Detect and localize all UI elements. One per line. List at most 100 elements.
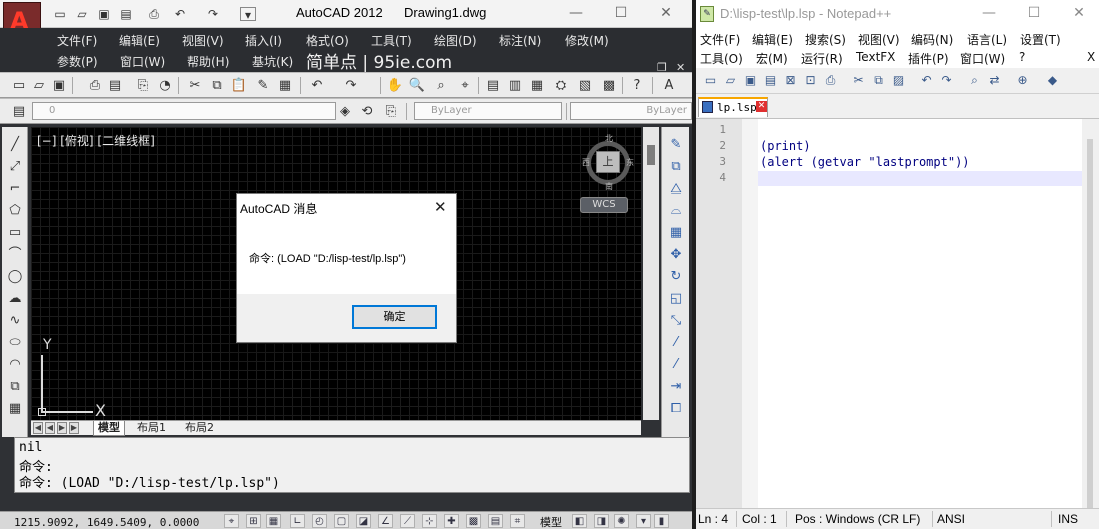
first-tab-icon[interactable]: ◀: [33, 422, 43, 434]
undo-icon[interactable]: ↶: [308, 77, 326, 94]
rotate-icon[interactable]: ↻: [666, 267, 686, 287]
menu-textfx[interactable]: TextFX: [856, 50, 895, 64]
plot-icon[interactable]: ⎘: [134, 77, 152, 94]
properties-icon[interactable]: ▤: [484, 77, 502, 94]
minimize-button[interactable]: —: [979, 4, 999, 22]
publish-icon[interactable]: ◔: [156, 77, 174, 94]
close-file-icon[interactable]: ⊠: [782, 72, 799, 89]
tab-lp-lsp[interactable]: lp.lsp ✕: [698, 97, 768, 117]
make-block-icon[interactable]: ▦: [5, 399, 25, 419]
print-icon[interactable]: ⎙: [146, 7, 162, 21]
tab-layout1[interactable]: 布局1: [133, 421, 170, 436]
lwt-icon[interactable]: ✚: [444, 514, 459, 528]
zoom-previous-icon[interactable]: ⌖: [456, 77, 474, 94]
qp-icon[interactable]: ▤: [488, 514, 503, 528]
menu-language[interactable]: 语言(L): [967, 31, 1007, 48]
make-current-icon[interactable]: ◈: [336, 103, 354, 120]
mirror-icon[interactable]: ⧋: [666, 179, 686, 199]
extend-icon[interactable]: ⁄: [666, 355, 686, 375]
grid-icon[interactable]: ▦: [266, 514, 281, 528]
menu-search[interactable]: 搜索(S): [805, 31, 846, 48]
array-icon[interactable]: ▦: [666, 223, 686, 243]
copy-icon[interactable]: ⧉: [208, 77, 226, 94]
sc-icon[interactable]: ⌗: [510, 514, 525, 528]
code-editor[interactable]: 1 2 3 4 (print) (alert (getvar "lastprom…: [696, 118, 1099, 509]
scrollbar-thumb[interactable]: [647, 145, 655, 165]
next-tab-icon[interactable]: ▶: [57, 422, 67, 434]
text-style-icon[interactable]: A: [660, 77, 678, 94]
dyn-icon[interactable]: ⊹: [422, 514, 437, 528]
ellipse-arc-icon[interactable]: ◠: [5, 355, 25, 375]
menu-foundation-pit[interactable]: 基坑(K): [252, 53, 293, 70]
scale-icon[interactable]: ◱: [666, 289, 686, 309]
command-input[interactable]: [14, 493, 690, 511]
menu-help[interactable]: 帮助(H): [187, 53, 229, 70]
undo-icon[interactable]: ↶: [172, 7, 188, 21]
menu-window[interactable]: 窗口(W): [120, 53, 165, 70]
prev-tab-icon[interactable]: ◀: [45, 422, 55, 434]
ducs-icon[interactable]: ⟋: [400, 514, 415, 528]
rectangle-icon[interactable]: ▭: [5, 223, 25, 243]
close-tab-icon[interactable]: ✕: [756, 101, 767, 112]
saveas-icon[interactable]: ▤: [118, 7, 134, 21]
trim-icon[interactable]: ⁄: [666, 333, 686, 353]
polar-icon[interactable]: ◴: [312, 514, 327, 528]
close-all-icon[interactable]: ⊡: [802, 72, 819, 89]
menu-format[interactable]: 格式(O): [306, 32, 349, 49]
close-button[interactable]: ✕: [1069, 4, 1089, 22]
menu-help[interactable]: ?: [1019, 50, 1025, 64]
model-space-toggle[interactable]: 模型: [540, 514, 562, 529]
quick-view-drawings-icon[interactable]: ◨: [594, 514, 609, 528]
layer-state-icon[interactable]: ⎘: [382, 103, 400, 120]
copy-icon[interactable]: ⧉: [870, 72, 887, 89]
menu-edit[interactable]: 编辑(E): [119, 32, 160, 49]
tpy-icon[interactable]: ▩: [466, 514, 481, 528]
menu-insert[interactable]: 插入(I): [245, 32, 282, 49]
print-icon[interactable]: ⎙: [822, 72, 839, 89]
3d-osnap-icon[interactable]: ◪: [356, 514, 371, 528]
layer-combo[interactable]: 0: [32, 102, 336, 120]
layer-manager-icon[interactable]: ▤: [10, 103, 28, 120]
eol-indicator[interactable]: Pos : Windows (CR LF): [795, 512, 920, 526]
viewcube-face[interactable]: 上: [596, 151, 620, 173]
encoding-indicator[interactable]: ANSI: [937, 512, 965, 526]
open-icon[interactable]: ▱: [30, 77, 48, 94]
polygon-icon[interactable]: ⬠: [5, 201, 25, 221]
close-icon[interactable]: ✕: [434, 198, 447, 216]
tab-layout2[interactable]: 布局2: [181, 421, 218, 436]
osnap-icon[interactable]: ▢: [334, 514, 349, 528]
open-icon[interactable]: ▱: [722, 72, 739, 89]
scrollbar-thumb[interactable]: [1087, 139, 1093, 509]
new-icon[interactable]: ▭: [702, 72, 719, 89]
workspace-icon[interactable]: ▾: [636, 514, 651, 528]
wcs-menu[interactable]: WCS: [580, 197, 628, 213]
lock-icon[interactable]: ▮: [654, 514, 669, 528]
maximize-button[interactable]: ☐: [1024, 4, 1044, 22]
snap-icon[interactable]: ⊞: [246, 514, 261, 528]
otrack-icon[interactable]: ∠: [378, 514, 393, 528]
revision-cloud-icon[interactable]: ☁: [5, 289, 25, 309]
dropdown-icon[interactable]: ▾: [240, 7, 256, 22]
arc-icon[interactable]: ⌒: [5, 245, 25, 265]
minimize-button[interactable]: —: [566, 4, 586, 22]
save-icon[interactable]: ▣: [742, 72, 759, 89]
layer-previous-icon[interactable]: ⟲: [358, 103, 376, 120]
copy-object-icon[interactable]: ⧉: [666, 157, 686, 177]
menu-file[interactable]: 文件(F): [700, 31, 740, 48]
linetype-combo[interactable]: ByLayer: [570, 102, 692, 120]
insert-block-icon[interactable]: ⧉: [5, 377, 25, 397]
paste-icon[interactable]: 📋: [230, 77, 248, 94]
spline-icon[interactable]: ∿: [5, 311, 25, 331]
new-icon[interactable]: ▭: [10, 77, 28, 94]
offset-icon[interactable]: ⌓: [666, 201, 686, 221]
viewport-scrollbar[interactable]: [643, 127, 659, 420]
zoom-window-icon[interactable]: ⌕: [432, 77, 450, 94]
save-icon[interactable]: ▣: [50, 77, 68, 94]
find-icon[interactable]: ⌕: [966, 72, 983, 89]
new-icon[interactable]: ▭: [52, 7, 68, 21]
viewport-controls[interactable]: [−] [俯视] [二维线框]: [37, 132, 155, 149]
maximize-button[interactable]: ☐: [611, 4, 631, 22]
cut-icon[interactable]: ✂: [850, 72, 867, 89]
join-icon[interactable]: ⧠: [666, 399, 686, 419]
match-properties-icon[interactable]: ✎: [254, 77, 272, 94]
